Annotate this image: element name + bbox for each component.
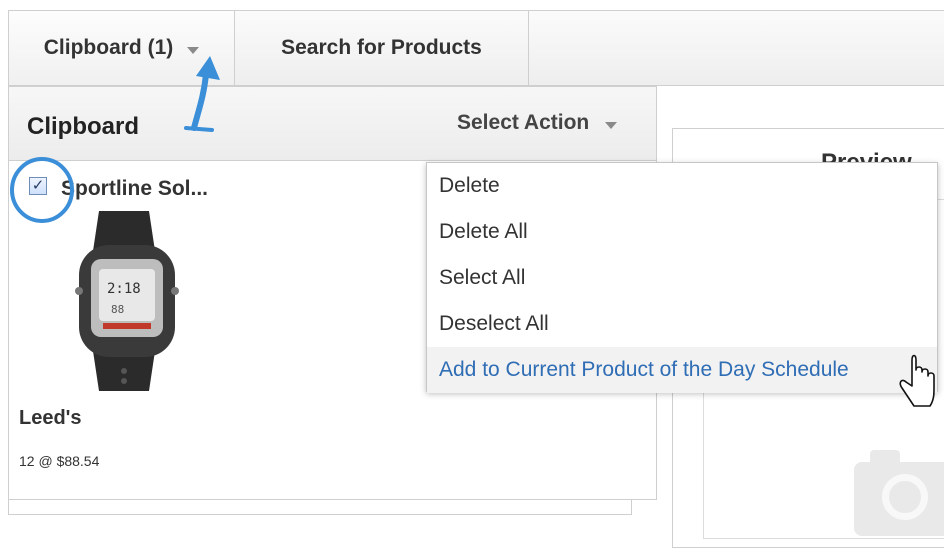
clipboard-header: Clipboard Select Action [9,87,656,161]
svg-text:2:18: 2:18 [107,281,141,297]
clipboard-title: Clipboard [27,113,139,140]
tab-clipboard-label: Clipboard (1) [43,36,174,59]
svg-text:88: 88 [111,303,124,316]
camera-placeholder-icon [854,450,944,536]
watch-image: 2:18 88 [75,211,179,391]
checkbox-icon[interactable]: ✓ [29,177,47,195]
chevron-down-icon [187,46,200,54]
top-tab-bar: Clipboard (1) Search for Products [8,10,944,86]
select-action-label: Select Action [457,111,590,134]
camera-lens [882,474,928,520]
clipboard-item[interactable]: ✓ Sportline Sol... 2:18 88 Leed's 12 @ $… [19,177,259,487]
item-seller: Leed's [19,407,82,429]
menu-item-select-all[interactable]: Select All [427,255,937,301]
item-price: 12 @ $88.54 [19,453,100,469]
menu-item-delete-all[interactable]: Delete All [427,209,937,255]
tab-search-label: Search for Products [281,36,482,59]
menu-item-delete[interactable]: Delete [427,163,937,209]
item-title: Sportline Sol... [61,177,209,200]
chevron-down-icon [605,121,618,129]
tab-search-products[interactable]: Search for Products [235,11,529,85]
tab-clipboard[interactable]: Clipboard (1) [9,11,235,85]
select-action-button[interactable]: Select Action [457,111,618,135]
menu-item-add-to-schedule[interactable]: Add to Current Product of the Day Schedu… [427,347,937,393]
select-action-menu: Delete Delete All Select All Deselect Al… [426,162,938,393]
menu-item-deselect-all[interactable]: Deselect All [427,301,937,347]
